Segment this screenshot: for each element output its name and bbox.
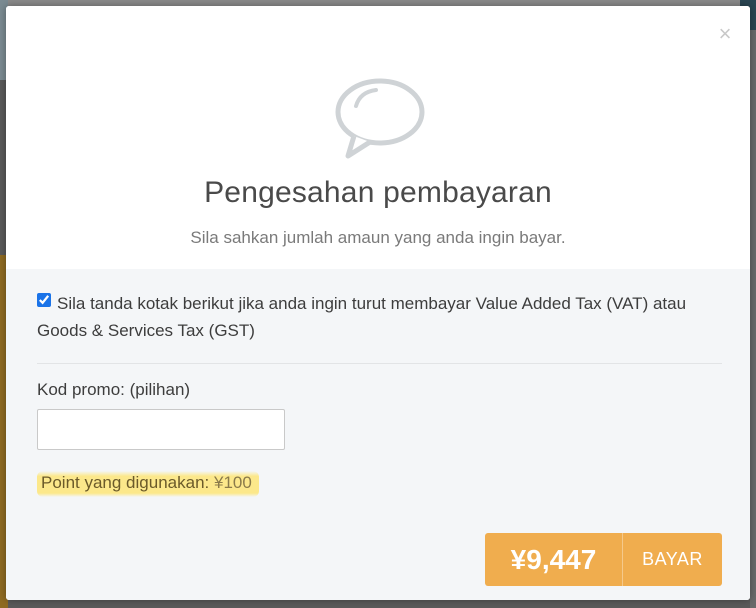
divider — [37, 363, 722, 364]
promo-code-input[interactable] — [37, 409, 285, 450]
close-icon[interactable]: × — [716, 23, 734, 45]
modal-subtitle: Sila sahkan jumlah amaun yang anda ingin… — [190, 228, 566, 247]
promo-code-label: Kod promo: (pilihan) — [37, 380, 191, 399]
points-used-value: ¥100 — [213, 473, 252, 492]
pay-amount: ¥9,447 — [510, 544, 597, 575]
points-used-label: Point yang digunakan: — [41, 473, 210, 492]
modal-header: × Pengesahan pembayaran Sila sahkan juml… — [6, 6, 750, 269]
vat-checkbox[interactable] — [37, 293, 51, 307]
modal-title: Pengesahan pembayaran — [204, 176, 552, 209]
vat-option: Sila tanda kotak berikut jika anda ingin… — [37, 290, 717, 344]
backdrop-right-gray — [750, 30, 756, 608]
pay-button-label: BAYAR — [642, 549, 703, 569]
points-used-highlight: Point yang digunakan: ¥100 — [37, 471, 259, 497]
pay-button[interactable]: ¥9,447 BAYAR — [485, 533, 722, 586]
modal-body: Sila tanda kotak berikut jika anda ingin… — [6, 269, 750, 600]
payment-confirmation-modal: × Pengesahan pembayaran Sila sahkan juml… — [6, 6, 750, 600]
vat-checkbox-label[interactable]: Sila tanda kotak berikut jika anda ingin… — [37, 290, 717, 344]
speech-bubble-icon — [335, 78, 425, 159]
